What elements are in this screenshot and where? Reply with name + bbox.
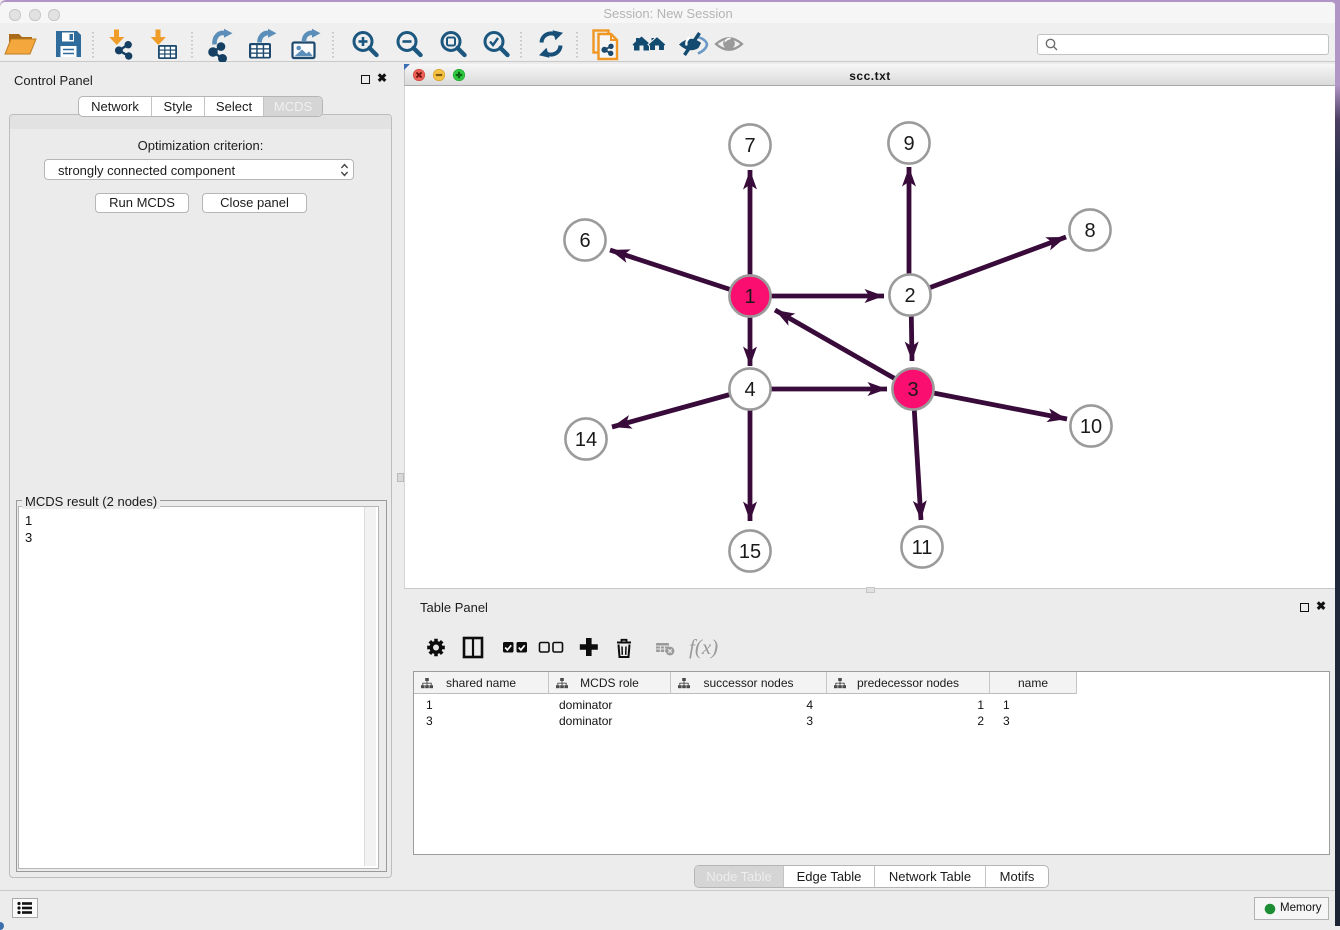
svg-text:2: 2 [904,285,915,307]
svg-text:4: 4 [744,379,755,401]
svg-text:14: 14 [575,429,597,451]
svg-text:1: 1 [744,286,755,308]
svg-text:6: 6 [579,230,590,252]
svg-text:8: 8 [1084,220,1095,242]
svg-text:3: 3 [907,379,918,401]
svg-text:9: 9 [903,133,914,155]
svg-text:f(x): f(x) [689,635,718,659]
svg-text:10: 10 [1080,416,1102,438]
svg-text:15: 15 [739,541,761,563]
svg-text:7: 7 [744,135,755,157]
svg-text:11: 11 [912,537,933,559]
